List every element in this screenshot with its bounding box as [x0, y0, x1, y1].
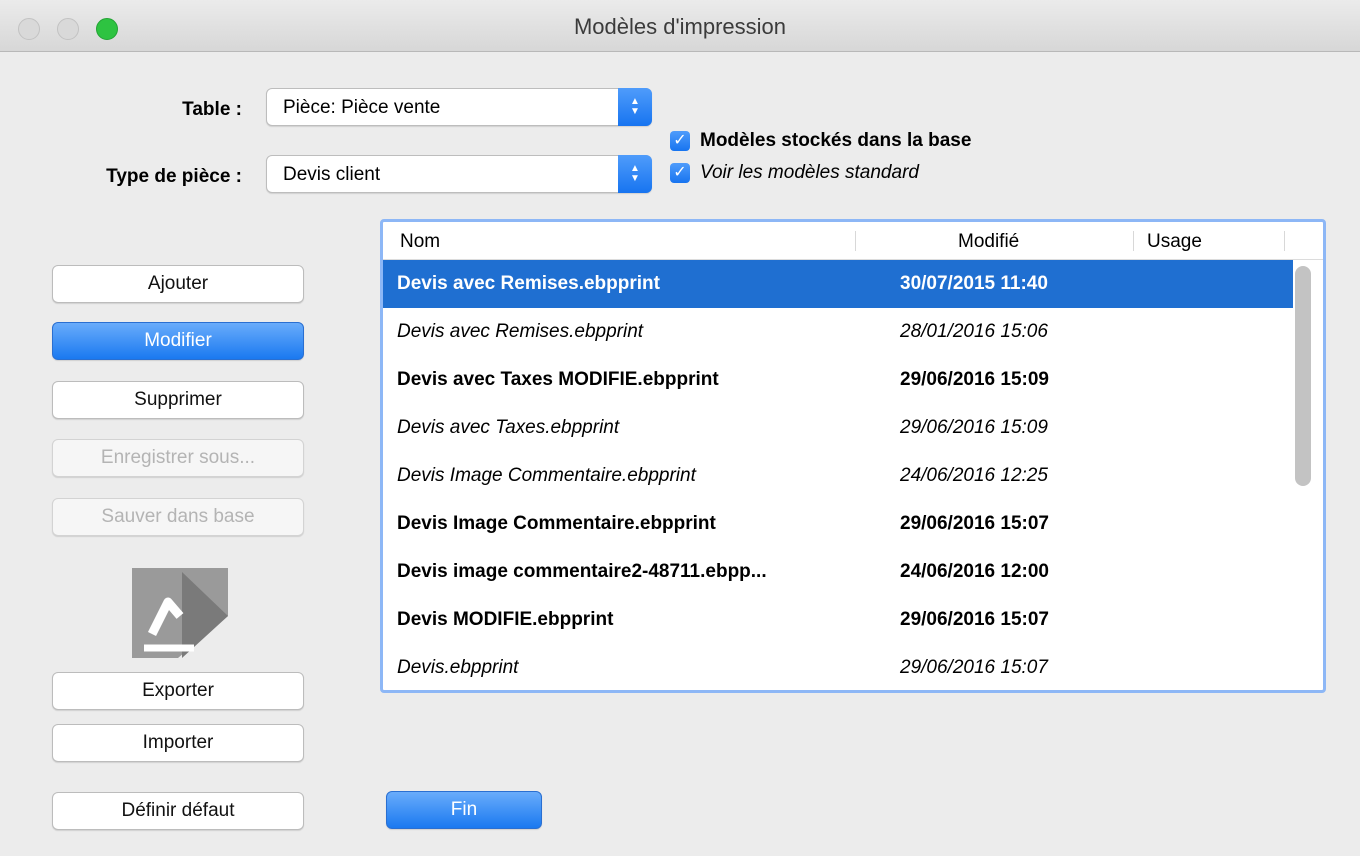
window-title: Modèles d'impression	[573, 14, 787, 39]
save-as-button[interactable]: Enregistrer sous...	[52, 439, 304, 477]
row-modified-cell: 28/01/2016 15:06	[900, 321, 1048, 342]
row-name-cell: Devis.ebpprint	[397, 657, 519, 678]
row-modified-cell: 29/06/2016 15:09	[900, 369, 1049, 390]
checkmark-icon: ✓	[670, 163, 690, 183]
table-row[interactable]: Devis MODIFIE.ebpprint 29/06/2016 15:07	[383, 596, 1293, 644]
column-divider	[1133, 231, 1134, 251]
table-popup-value: Pièce: Pièce vente	[283, 97, 441, 118]
stored-in-base-checkbox[interactable]: ✓ Modèles stockés dans la base	[670, 130, 971, 152]
modify-button[interactable]: Modifier	[52, 322, 304, 360]
row-modified-cell: 29/06/2016 15:07	[900, 513, 1049, 534]
column-divider	[855, 231, 856, 251]
row-name-cell: Devis avec Taxes.ebpprint	[397, 417, 620, 438]
table-row[interactable]: Devis avec Remises.ebpprint 28/01/2016 1…	[383, 308, 1293, 356]
set-default-button[interactable]: Définir défaut	[52, 792, 304, 830]
ebp-print-logo-icon	[132, 568, 228, 658]
up-down-chevron-icon: ▲ ▼	[618, 155, 652, 193]
row-modified-cell: 24/06/2016 12:00	[900, 561, 1049, 582]
up-down-chevron-icon: ▲ ▼	[618, 88, 652, 126]
row-name-cell: Devis avec Remises.ebpprint	[397, 273, 660, 294]
stored-in-base-label: Modèles stockés dans la base	[700, 130, 972, 151]
title-bar: Modèles d'impression	[0, 0, 1360, 52]
row-modified-cell: 30/07/2015 11:40	[900, 273, 1048, 294]
save-to-base-button[interactable]: Sauver dans base	[52, 498, 304, 536]
export-button[interactable]: Exporter	[52, 672, 304, 710]
vertical-scrollbar[interactable]	[1295, 266, 1311, 486]
column-header-name[interactable]: Nom	[400, 231, 440, 253]
type-popup-value: Devis client	[283, 164, 381, 185]
row-name-cell: Devis avec Taxes MODIFIE.ebpprint	[397, 369, 719, 390]
table-row[interactable]: Devis image commentaire2-48711.ebpp... 2…	[383, 548, 1293, 596]
column-divider	[1284, 231, 1285, 251]
row-modified-cell: 29/06/2016 15:07	[900, 609, 1049, 630]
table-row[interactable]: Devis avec Remises.ebpprint 30/07/2015 1…	[383, 260, 1293, 308]
add-button[interactable]: Ajouter	[52, 265, 304, 303]
templates-list[interactable]: Nom Modifié Usage Devis avec Remises.ebp…	[380, 219, 1326, 693]
row-modified-cell: 29/06/2016 15:07	[900, 657, 1048, 678]
row-name-cell: Devis Image Commentaire.ebpprint	[397, 513, 716, 534]
table-row[interactable]: Devis avec Taxes MODIFIE.ebpprint 29/06/…	[383, 356, 1293, 404]
row-name-cell: Devis Image Commentaire.ebpprint	[397, 465, 696, 486]
column-header-usage[interactable]: Usage	[1147, 231, 1202, 253]
table-row[interactable]: Devis Image Commentaire.ebpprint 24/06/2…	[383, 452, 1293, 500]
type-label: Type de pièce :	[106, 166, 242, 187]
list-header: Nom Modifié Usage	[383, 222, 1323, 260]
row-name-cell: Devis avec Remises.ebpprint	[397, 321, 644, 342]
delete-button[interactable]: Supprimer	[52, 381, 304, 419]
table-row[interactable]: Devis.ebpprint 29/06/2016 15:07	[383, 644, 1293, 690]
row-name-cell: Devis MODIFIE.ebpprint	[397, 609, 614, 630]
table-row[interactable]: Devis Image Commentaire.ebpprint 29/06/2…	[383, 500, 1293, 548]
show-standard-label: Voir les modèles standard	[700, 162, 919, 183]
show-standard-checkbox[interactable]: ✓ Voir les modèles standard	[670, 162, 919, 184]
table-label: Table :	[182, 99, 242, 120]
finish-button[interactable]: Fin	[386, 791, 542, 829]
row-name-cell: Devis image commentaire2-48711.ebpp...	[397, 561, 767, 582]
row-modified-cell: 29/06/2016 15:09	[900, 417, 1048, 438]
type-popup[interactable]: Devis client ▲ ▼	[266, 155, 652, 193]
table-row[interactable]: Devis avec Taxes.ebpprint 29/06/2016 15:…	[383, 404, 1293, 452]
checkmark-icon: ✓	[670, 131, 690, 151]
table-popup[interactable]: Pièce: Pièce vente ▲ ▼	[266, 88, 652, 126]
column-header-modified[interactable]: Modifié	[958, 231, 1019, 253]
row-modified-cell: 24/06/2016 12:25	[900, 465, 1048, 486]
import-button[interactable]: Importer	[52, 724, 304, 762]
